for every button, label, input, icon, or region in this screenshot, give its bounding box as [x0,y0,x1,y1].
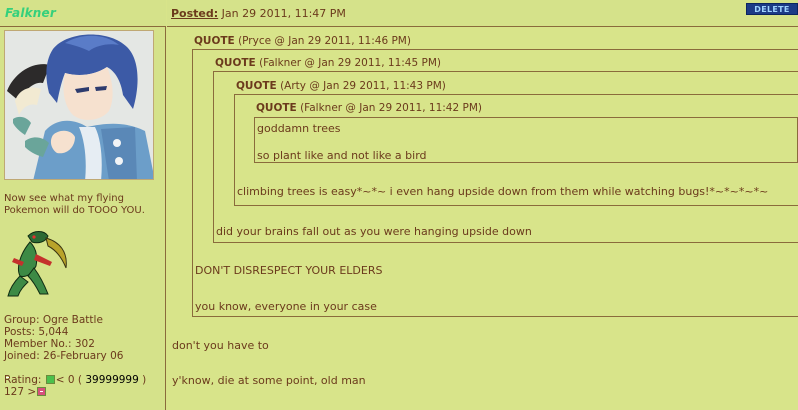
rating-low: < 0 ( [55,374,82,386]
posted-label-link[interactable]: Posted: [171,7,218,20]
avatar-illustration [5,31,153,179]
avatar [4,30,154,180]
rating-high: 127 > [4,386,37,398]
user-panel-header: Falkner [0,0,166,27]
quote-label-2: QUOTE [215,57,256,69]
post-body-line-1: don't you have to [172,339,269,352]
quote-3-text: climbing trees is easy*~*~ i even hang u… [237,185,769,198]
user-panel: Falkner Now see what my flying Pokemon w… [0,0,166,410]
user-joined-date: Joined: 26-February 06 [4,350,124,362]
post-header: Posted: Jan 29 2011, 11:47 PM DELETE [167,0,798,27]
user-group: Group: Ogre Battle [4,314,103,326]
user-member-number: Member No.: 302 [4,338,95,350]
quote-4-line-2: so plant like and not like a bird [257,149,427,162]
user-stats: Group: Ogre Battle Posts: 5,044 Member N… [4,314,164,362]
quote-meta-2: (Falkner @ Jan 29 2011, 11:45 PM) [259,57,441,69]
quote-label-1: QUOTE [194,35,235,47]
rating-value: 39999999 [85,374,139,386]
rating-close: ) [142,374,147,386]
rate-up-icon[interactable] [45,375,55,384]
quote-header-3: QUOTE (Arty @ Jan 29 2011, 11:43 PM) [236,80,446,92]
quote-1-line-2: you know, everyone in your case [195,300,377,313]
quote-label-4: QUOTE [256,102,297,114]
pokemon-sprite-icon [4,228,74,300]
quote-meta-3: (Arty @ Jan 29 2011, 11:43 PM) [280,80,446,92]
posted-time: Jan 29 2011, 11:47 PM [221,7,346,20]
quote-meta-1: (Pryce @ Jan 29 2011, 11:46 PM) [238,35,411,47]
quote-header-1: QUOTE (Pryce @ Jan 29 2011, 11:46 PM) [194,35,411,47]
quote-label-3: QUOTE [236,80,277,92]
rate-down-icon[interactable] [37,387,47,396]
quote-4-line-1: goddamn trees [257,122,341,135]
user-rating: Rating: < 0 ( 39999999 ) 127 > [4,374,166,398]
quote-header-2: QUOTE (Falkner @ Jan 29 2011, 11:45 PM) [215,57,441,69]
quote-meta-4: (Falkner @ Jan 29 2011, 11:42 PM) [300,102,482,114]
username-link[interactable]: Falkner [5,6,56,20]
user-post-count: Posts: 5,044 [4,326,69,338]
post-body-line-2: y'know, die at some point, old man [172,374,366,387]
forum-post: Falkner Now see what my flying Pokemon w… [0,0,798,410]
quote-2-text: did your brains fall out as you were han… [216,225,532,238]
quote-header-4: QUOTE (Falkner @ Jan 29 2011, 11:42 PM) [256,102,482,114]
posted-timestamp: Posted: Jan 29 2011, 11:47 PM [171,7,346,20]
delete-button[interactable]: DELETE [746,3,798,15]
user-custom-title: Now see what my flying Pokemon will do T… [4,193,145,216]
quote-1-line-1: DON'T DISRESPECT YOUR ELDERS [195,264,383,277]
rating-label: Rating: [4,374,42,386]
